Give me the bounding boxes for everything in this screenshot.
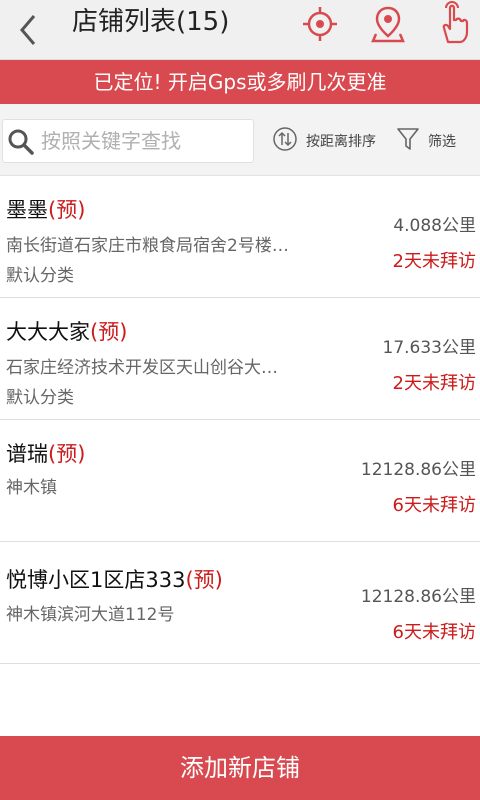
search-icon (7, 128, 35, 156)
funnel-icon (396, 126, 420, 156)
store-row[interactable]: 悦博小区1区店333(预) 神木镇滨河大道112号 12128.86公里 6天未… (0, 542, 480, 664)
store-list: 墨墨(预) 南长街道石家庄市粮食局宿舍2号楼… 默认分类 4.088公里 2天未… (0, 176, 480, 664)
sort-icon (272, 126, 298, 156)
visit-status: 6天未拜访 (392, 622, 476, 643)
store-name: 大大大家(预) (6, 320, 128, 344)
store-name: 悦博小区1区店333(预) (6, 568, 223, 592)
store-distance: 17.633公里 (382, 338, 476, 358)
sort-by-distance-button[interactable]: 按距离排序 (272, 126, 376, 156)
filter-label: 筛选 (428, 134, 456, 150)
pre-tag: (预) (185, 568, 223, 592)
visit-status: 6天未拜访 (392, 495, 476, 516)
locate-target-icon[interactable] (302, 4, 338, 44)
map-pin-icon[interactable] (370, 4, 406, 44)
store-address: 石家庄经济技术开发区天山创谷大… (6, 358, 278, 378)
page-title: 店铺列表(15) (72, 7, 230, 37)
pre-tag: (预) (90, 320, 128, 344)
store-row[interactable]: 墨墨(预) 南长街道石家庄市粮食局宿舍2号楼… 默认分类 4.088公里 2天未… (0, 176, 480, 298)
store-category: 默认分类 (6, 388, 74, 408)
store-row[interactable]: 大大大家(预) 石家庄经济技术开发区天山创谷大… 默认分类 17.633公里 2… (0, 298, 480, 420)
store-name: 谱瑞(预) (6, 442, 86, 466)
search-input[interactable]: 按照关键字查找 (2, 119, 254, 163)
location-banner: 已定位! 开启Gps或多刷几次更准 (0, 60, 480, 104)
title-bar: 店铺列表(15) (0, 0, 480, 60)
search-placeholder: 按照关键字查找 (41, 129, 181, 153)
store-distance: 4.088公里 (393, 216, 476, 236)
store-address: 神木镇 (6, 478, 57, 498)
store-distance: 12128.86公里 (360, 587, 476, 607)
store-row[interactable]: 谱瑞(预) 神木镇 12128.86公里 6天未拜访 (0, 420, 480, 542)
store-name: 墨墨(预) (6, 198, 86, 222)
filter-button[interactable]: 筛选 (396, 126, 456, 156)
filter-bar: 按照关键字查找 按距离排序 筛选 (0, 104, 480, 176)
pre-tag: (预) (48, 198, 86, 222)
sort-label: 按距离排序 (306, 134, 376, 150)
add-store-button[interactable]: 添加新店铺 (0, 736, 480, 800)
store-address: 神木镇滨河大道112号 (6, 605, 175, 625)
store-address: 南长街道石家庄市粮食局宿舍2号楼… (6, 236, 289, 256)
visit-status: 2天未拜访 (392, 251, 476, 272)
store-category: 默认分类 (6, 266, 74, 286)
back-icon[interactable] (12, 8, 48, 52)
hand-pointer-icon[interactable] (436, 0, 472, 46)
visit-status: 2天未拜访 (392, 373, 476, 394)
store-distance: 12128.86公里 (360, 460, 476, 480)
pre-tag: (预) (48, 442, 86, 466)
